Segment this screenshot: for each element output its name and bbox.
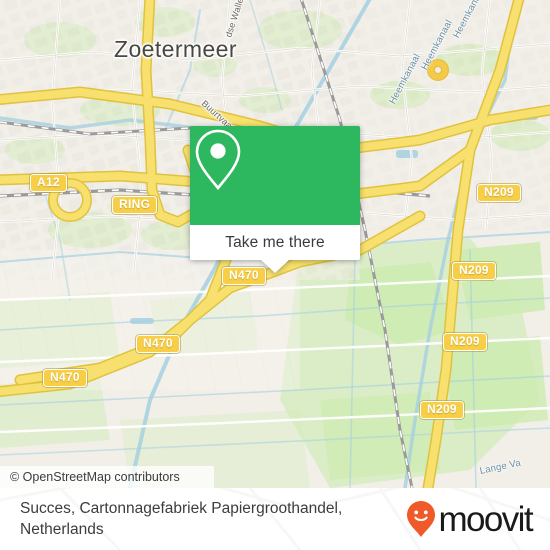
location-pin-icon [195,129,241,191]
road-shield-n209[interactable]: N209 [477,184,521,202]
take-me-there-button[interactable]: Take me there [190,225,360,260]
road-shield-n209[interactable]: N209 [452,262,496,280]
map-screenshot: Zoetermeer Heemkanaal Heemkanaal Heemkan… [0,0,550,550]
moovit-smiley-pin-icon [406,501,435,537]
map-canvas[interactable]: Zoetermeer Heemkanaal Heemkanaal Heemkan… [0,0,550,488]
place-name: Succes, Cartonnagefabriek Papiergroothan… [20,500,343,538]
take-me-there-label: Take me there [225,233,325,251]
callout-pointer [261,260,289,273]
osm-attribution[interactable]: © OpenStreetMap contributors [0,466,214,488]
road-shield-n470[interactable]: N470 [136,335,180,353]
moovit-wordmark: moovit [438,499,534,539]
moovit-logo[interactable]: moovit [406,499,534,539]
location-callout-card[interactable]: Take me there [190,126,360,273]
callout-image-area [190,126,360,225]
road-shield-n209[interactable]: N209 [420,401,464,419]
footer-bar: Succes, Cartonnagefabriek Papiergroothan… [0,488,550,550]
road-shield-a12[interactable]: A12 [30,174,67,192]
road-shield-n209[interactable]: N209 [443,333,487,351]
road-shield-ring[interactable]: RING [112,196,158,214]
road-shield-n470[interactable]: N470 [43,369,87,387]
